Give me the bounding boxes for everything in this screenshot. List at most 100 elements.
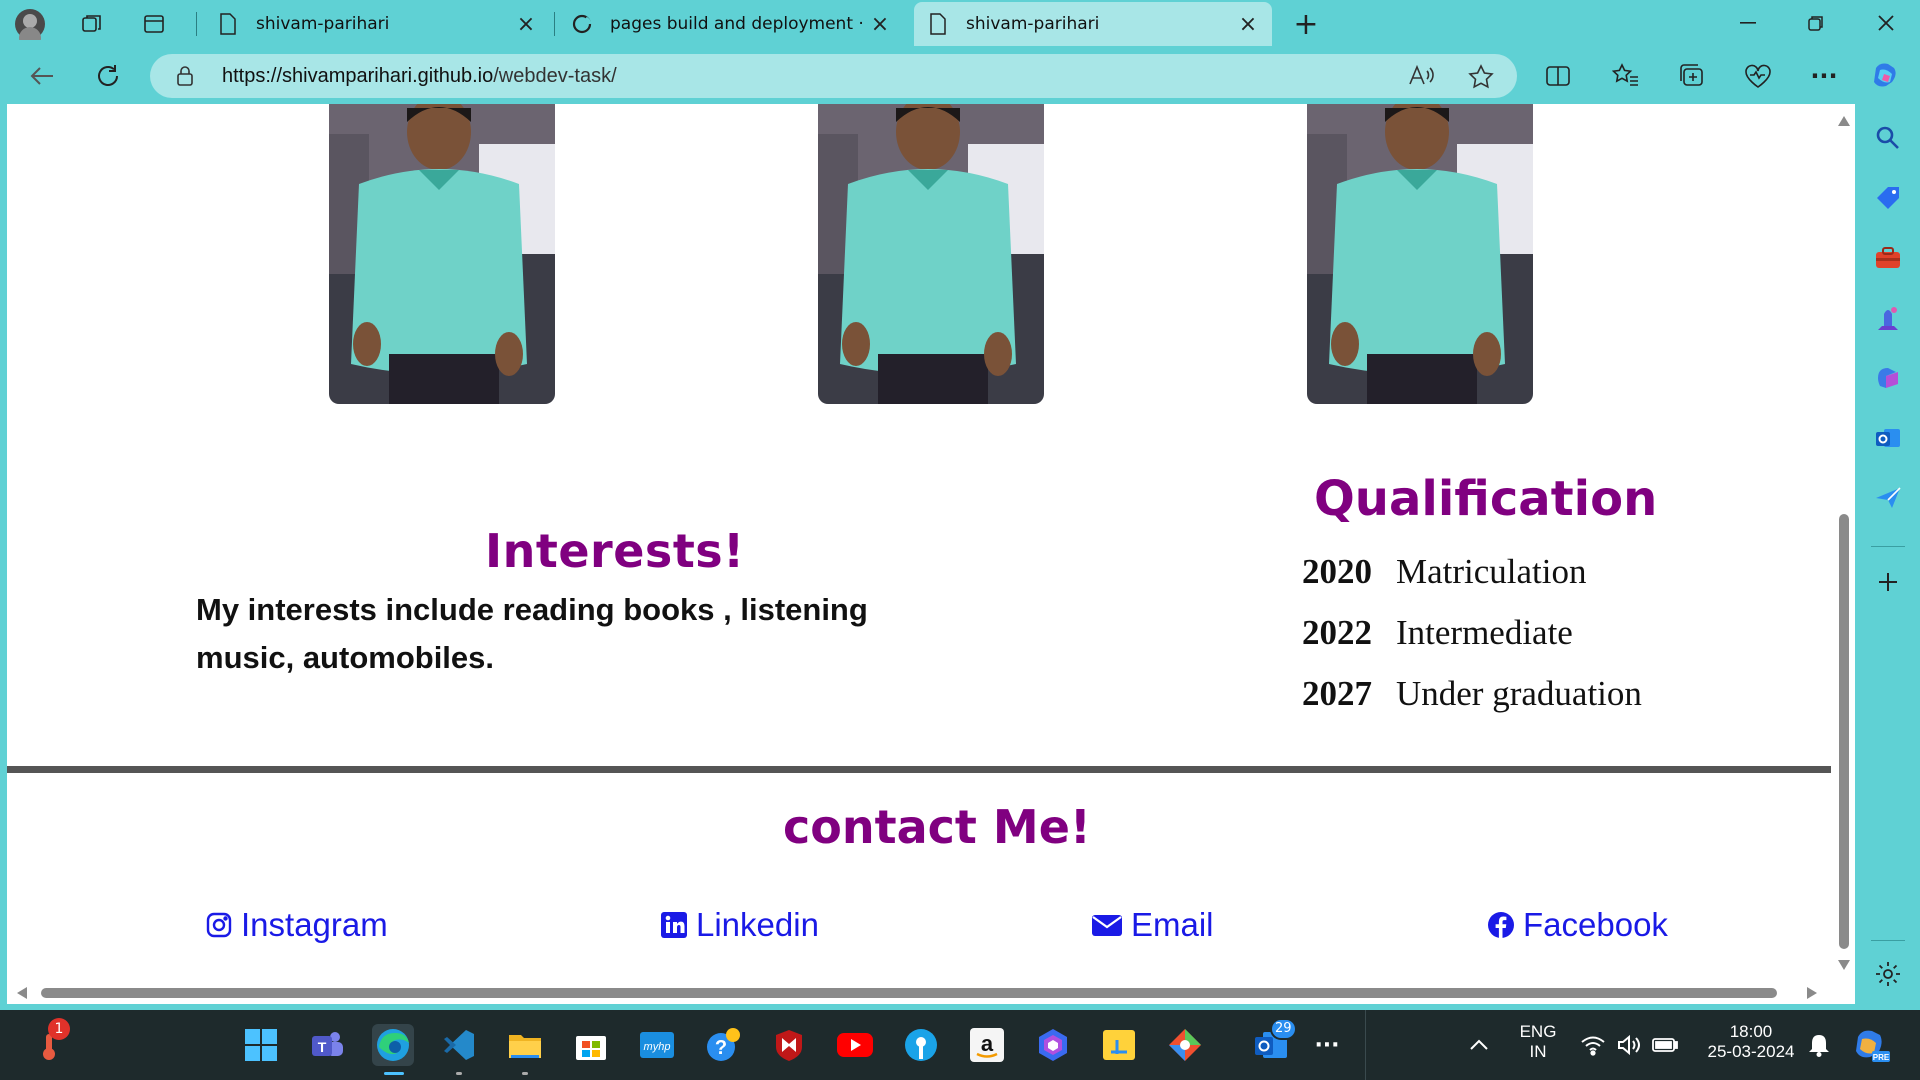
- profile-photo-2: [818, 104, 1044, 404]
- get-help-icon[interactable]: ?: [702, 1024, 744, 1066]
- close-tab-icon[interactable]: ×: [870, 12, 890, 37]
- qualification-item: 2020 Matriculation: [1302, 552, 1587, 592]
- drop-send-icon[interactable]: [1874, 484, 1902, 512]
- svg-text:myhp: myhp: [644, 1041, 671, 1053]
- copilot-icon[interactable]: [1868, 58, 1904, 94]
- svg-text:a: a: [981, 1031, 994, 1056]
- scroll-up-arrow-icon[interactable]: [1838, 116, 1850, 126]
- scroll-right-arrow-icon[interactable]: [1807, 987, 1817, 999]
- address-bar[interactable]: https://shivamparihari.github.io/webdev-…: [150, 54, 1517, 98]
- microsoft-365-icon[interactable]: [1874, 364, 1902, 392]
- linkedin-icon: [661, 912, 687, 938]
- instagram-link[interactable]: Instagram: [205, 906, 388, 944]
- sbi-icon[interactable]: [900, 1024, 942, 1066]
- vscode-icon[interactable]: [438, 1024, 480, 1075]
- show-hidden-icons-icon[interactable]: [1458, 1024, 1500, 1066]
- microsoft-store-icon[interactable]: [570, 1024, 612, 1066]
- svg-text:T: T: [318, 1039, 327, 1055]
- git-icon[interactable]: [1164, 1024, 1206, 1066]
- favorites-icon[interactable]: [1608, 58, 1644, 94]
- clock[interactable]: 18:00 25-03-2024: [1692, 1022, 1810, 1062]
- add-sidebar-app-icon[interactable]: [1874, 568, 1902, 596]
- language-indicator[interactable]: ENG IN: [1512, 1022, 1564, 1062]
- outlook-taskbar-icon[interactable]: 29: [1250, 1018, 1297, 1066]
- copilot-app-icon[interactable]: [1032, 1024, 1074, 1066]
- minimize-icon[interactable]: [1718, 0, 1778, 46]
- file-explorer-icon[interactable]: [504, 1024, 546, 1075]
- url-host: https://shivamparihari.github.io: [222, 65, 494, 87]
- qualification-year: 2020: [1302, 552, 1372, 591]
- tab-label: shivam-parihari: [256, 14, 390, 34]
- tools-briefcase-icon[interactable]: [1874, 244, 1902, 272]
- outlook-badge: 29: [1270, 1018, 1297, 1040]
- vertical-scrollbar[interactable]: [1831, 104, 1855, 1004]
- amazon-icon[interactable]: a: [966, 1024, 1008, 1066]
- lock-icon[interactable]: [176, 66, 194, 90]
- profile-avatar-icon[interactable]: [14, 8, 46, 40]
- clock-time: 18:00: [1729, 1022, 1773, 1041]
- new-tab-icon[interactable]: +: [1290, 7, 1322, 42]
- tab-shivam-parihari-active[interactable]: shivam-parihari ×: [914, 2, 1272, 46]
- read-aloud-icon[interactable]: [1408, 64, 1434, 92]
- facebook-link[interactable]: Facebook: [1487, 906, 1668, 944]
- browser-toolbar: https://shivamparihari.github.io/webdev-…: [0, 48, 1920, 104]
- qualification-heading: Qualification: [1314, 471, 1658, 527]
- battery-icon[interactable]: [1644, 1024, 1686, 1066]
- myhp-icon[interactable]: myhp: [636, 1024, 678, 1066]
- tab-pages-build[interactable]: pages build and deployment · sh ×: [558, 2, 904, 46]
- scroll-down-arrow-icon[interactable]: [1838, 960, 1850, 970]
- search-icon[interactable]: [1874, 124, 1902, 152]
- github-icon: [572, 14, 592, 34]
- horizontal-scrollbar[interactable]: [7, 980, 1831, 1004]
- copilot-preview-icon[interactable]: PRE: [1850, 1024, 1892, 1066]
- refresh-icon[interactable]: [90, 58, 126, 94]
- instagram-label: Instagram: [241, 906, 388, 943]
- notifications-bell-icon[interactable]: [1798, 1024, 1840, 1066]
- games-icon[interactable]: [1874, 304, 1902, 332]
- more-apps-icon[interactable]: ···: [1306, 1024, 1348, 1066]
- tab-actions-icon[interactable]: [138, 8, 170, 40]
- vertical-scroll-thumb[interactable]: [1839, 514, 1849, 949]
- more-options-icon[interactable]: ···: [1806, 58, 1842, 94]
- envelope-icon: [1092, 915, 1122, 936]
- linkedin-link[interactable]: Linkedin: [660, 906, 819, 944]
- page-viewport: Interests! My interests include reading …: [7, 104, 1855, 1004]
- split-screen-icon[interactable]: [1540, 58, 1576, 94]
- close-tab-icon[interactable]: ×: [1238, 12, 1258, 37]
- clock-date: 25-03-2024: [1707, 1042, 1795, 1061]
- windows-start-icon[interactable]: [240, 1024, 282, 1066]
- url-text[interactable]: https://shivamparihari.github.io/webdev-…: [222, 65, 617, 88]
- close-tab-icon[interactable]: ×: [516, 12, 536, 37]
- sticky-notes-icon[interactable]: [1098, 1024, 1140, 1066]
- settings-gear-icon[interactable]: [1874, 960, 1902, 988]
- favorite-star-icon[interactable]: [1468, 64, 1494, 94]
- page-icon: [930, 13, 946, 35]
- close-window-icon[interactable]: [1856, 0, 1916, 46]
- shopping-tag-icon[interactable]: [1874, 184, 1902, 212]
- qualification-label: Under graduation: [1396, 674, 1642, 713]
- page-icon: [220, 13, 236, 35]
- interests-heading: Interests!: [485, 524, 745, 578]
- weather-thermometer-icon[interactable]: 1: [28, 1018, 70, 1066]
- edge-browser-icon[interactable]: [372, 1024, 414, 1075]
- profile-photo-1: [329, 104, 555, 404]
- browser-sidebar: [1855, 104, 1920, 1010]
- tab-shivam-parihari-1[interactable]: shivam-parihari ×: [204, 2, 550, 46]
- facebook-label: Facebook: [1523, 906, 1668, 943]
- back-arrow-icon[interactable]: [24, 58, 60, 94]
- youtube-icon[interactable]: [834, 1024, 876, 1066]
- collections-icon[interactable]: [1674, 58, 1710, 94]
- restore-icon[interactable]: [1786, 0, 1846, 46]
- tab-label: pages build and deployment · sh: [610, 14, 870, 34]
- qualification-label: Intermediate: [1396, 613, 1573, 652]
- outlook-icon[interactable]: [1874, 424, 1902, 452]
- scroll-left-arrow-icon[interactable]: [17, 987, 27, 999]
- email-label: Email: [1131, 906, 1214, 943]
- workspaces-icon[interactable]: [76, 8, 108, 40]
- qualification-item: 2022 Intermediate: [1302, 613, 1573, 653]
- teams-icon[interactable]: T: [306, 1024, 348, 1066]
- email-link[interactable]: Email: [1091, 906, 1214, 944]
- browser-essentials-icon[interactable]: [1740, 58, 1776, 94]
- mcafee-icon[interactable]: [768, 1024, 810, 1066]
- horizontal-scroll-thumb[interactable]: [41, 988, 1777, 998]
